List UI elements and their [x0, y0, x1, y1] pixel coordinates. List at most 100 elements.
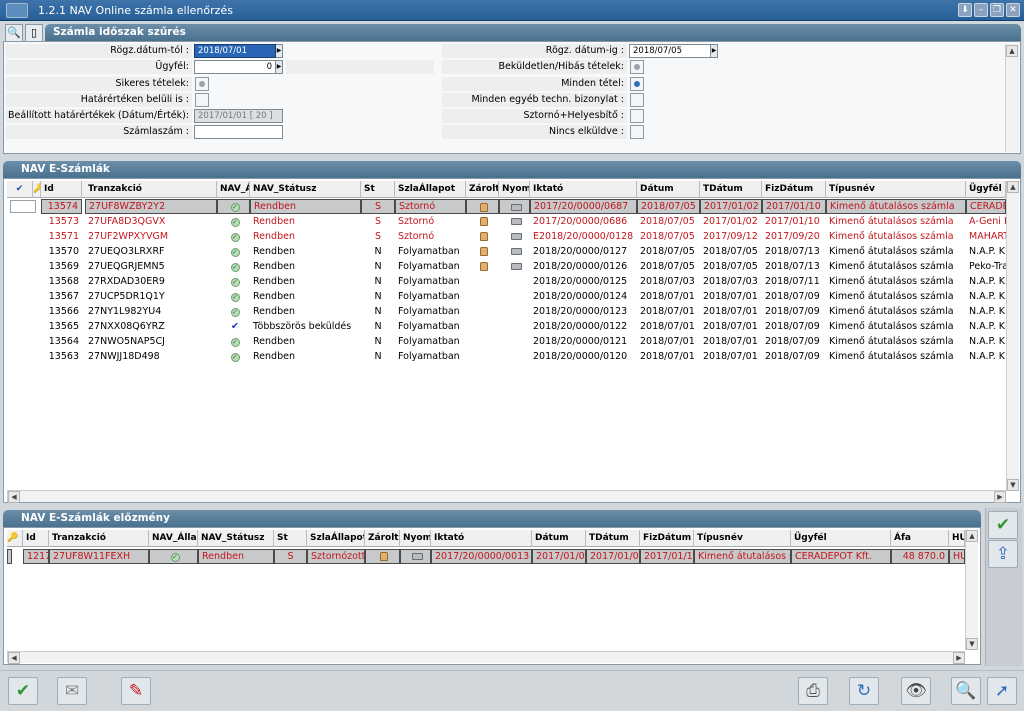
grid1-col-13[interactable]: Ügyfél [966, 181, 1006, 198]
grid2-col-4[interactable]: St [274, 530, 307, 547]
not-sent-checkbox[interactable] [630, 125, 644, 139]
exit-arrow-button[interactable]: ➚ [987, 677, 1017, 705]
table-row[interactable]: 13573 27UFA8D3QGVX ✓ Rendben S Sztornó 2017/20… [7, 214, 1006, 229]
fiz-cell: 2017/01/10 [640, 549, 694, 564]
restore-icon[interactable]: ❐ [990, 3, 1004, 17]
grid2-header: NAV E-Számlák előzmény [3, 510, 981, 527]
table-row[interactable]: 13565 27NXX08Q6YRZ ✔ Többszörös beküldés N Fo… [7, 319, 1006, 334]
grid2-hscroll[interactable]: ◀ ▶ [7, 651, 965, 664]
datum-cell: 2018/07/05 [640, 231, 695, 242]
grid2-col-9[interactable]: Dátum [532, 530, 586, 547]
grid2-col-14[interactable]: Áfa [891, 530, 949, 547]
tdatum-cell: 2017/01/02 [586, 549, 640, 564]
grid1-col-7[interactable]: Nyomt [499, 181, 530, 198]
grid1-col-5[interactable]: SzlaÁllapot [395, 181, 466, 198]
all-items-radio[interactable] [630, 77, 644, 91]
unsent-radio[interactable] [630, 60, 644, 74]
date-to-arrow[interactable]: ▶ [711, 44, 718, 58]
grid1-col-0[interactable]: Id [41, 181, 82, 198]
grid2-col-12[interactable]: Típusnév [694, 530, 791, 547]
storno-checkbox[interactable] [630, 109, 644, 123]
date-from-arrow[interactable]: ▶ [276, 44, 283, 58]
search-button[interactable]: 🔍 [951, 677, 981, 705]
table-row[interactable]: 13574 27UF8WZBY2Y2 ✓ Rendben S Sztornó 2017/20… [7, 199, 1006, 214]
iktato-cell: 2018/20/0000/0125 [533, 276, 628, 287]
grid2-col-5[interactable]: SzlaÁllapot [307, 530, 365, 547]
grid1-col-11[interactable]: FizDátum [762, 181, 826, 198]
table-row[interactable]: 13566 27NY1L982YU4 ✓ Rendben N Folyamatban 201… [7, 304, 1006, 319]
table-row[interactable]: 13563 27NWJJ18D498 ✓ Rendben N Folyamatban 201… [7, 349, 1006, 364]
grid2-scroll-right-icon[interactable]: ▶ [953, 652, 965, 664]
scroll-up-icon[interactable]: ▲ [1006, 45, 1018, 57]
invoice-number-input[interactable] [194, 125, 283, 139]
grid1-col-2[interactable]: NAV_Á [217, 181, 250, 198]
table-row[interactable]: 13571 27UF2WPXYVGM ✓ Rendben S Sztornó E2018/2… [7, 229, 1006, 244]
grid1-col-4[interactable]: St [361, 181, 395, 198]
tr-cell: 27UEQO3LRXRF [88, 246, 165, 257]
grid1-col-12[interactable]: Típusnév [826, 181, 966, 198]
filter-scrollbar[interactable]: ▲ [1005, 44, 1019, 152]
grid2-col-11[interactable]: FizDátum [640, 530, 694, 547]
search-icon[interactable]: 🔍 [5, 24, 23, 42]
print-send-button[interactable]: ⎙ [798, 677, 828, 705]
fiz-cell: 2018/07/09 [765, 321, 820, 332]
customer-input[interactable]: 0 [194, 60, 276, 74]
preview-eye-button[interactable]: 👁 [901, 677, 931, 705]
grid2-col-0[interactable]: Id [23, 530, 49, 547]
grid2-scroll-up-icon[interactable]: ▲ [966, 530, 978, 542]
row-selector-cell[interactable] [10, 200, 36, 213]
table-row[interactable]: 13568 27RXDAD30ER9 ✓ Rendben N Folyamatban 201… [7, 274, 1006, 289]
grid1-select-all-icon[interactable]: ✔ [7, 181, 33, 198]
grid2-col-7[interactable]: Nyomt [400, 530, 431, 547]
table-row[interactable]: 13570 27UEQO3LRXRF ✓ Rendben N Folyamatban 201… [7, 244, 1006, 259]
print-cell [400, 549, 431, 564]
grid1-col-8[interactable]: Iktató [530, 181, 637, 198]
grid2-col-13[interactable]: Ügyfél [791, 530, 891, 547]
minimize-icon[interactable]: – [974, 3, 988, 17]
within-limit-checkbox[interactable] [195, 93, 209, 107]
close-icon[interactable]: ✕ [1006, 3, 1020, 17]
lock-icon [480, 247, 488, 256]
grid1-scroll-right-icon[interactable]: ▶ [994, 491, 1006, 503]
upload-button[interactable]: ⇪ [988, 540, 1018, 568]
grid1-scroll-left-icon[interactable]: ◀ [8, 491, 20, 503]
grid1-scroll-up-icon[interactable]: ▲ [1007, 181, 1019, 193]
grid2-col-3[interactable]: NAV_Státusz [198, 530, 274, 547]
other-docs-checkbox[interactable] [630, 93, 644, 107]
ok-check-button[interactable]: ✔ [8, 677, 38, 705]
grid2-col-8[interactable]: Iktató [431, 530, 532, 547]
grid1-hscroll[interactable]: ◀ ▶ [7, 490, 1006, 503]
date-from-input[interactable]: 2018/07/01 [194, 44, 276, 58]
nav-state-cell: ✓ [217, 199, 250, 214]
grid1-scroll-down-icon[interactable]: ▼ [1007, 479, 1019, 491]
customer-arrow[interactable]: ▶ [276, 60, 283, 74]
grid2-col-10[interactable]: TDátum [586, 530, 640, 547]
grid2-scroll-left-icon[interactable]: ◀ [8, 652, 20, 664]
table-row[interactable]: 13564 27NWO5NAP5CJ ✓ Rendben N Folyamatban 201… [7, 334, 1006, 349]
grid2-vscroll[interactable]: ▲ ▼ [965, 530, 978, 650]
grid1-col-9[interactable]: Dátum [637, 181, 700, 198]
document-icon[interactable]: ▯ [25, 24, 43, 42]
email-button[interactable]: ✉ [57, 677, 87, 705]
download-icon[interactable]: ⬇ [958, 3, 972, 17]
ugyfel-cell: N.A.P. K [969, 276, 1005, 287]
grid1-col-3[interactable]: NAV_Státusz [250, 181, 361, 198]
date-to-input[interactable]: 2018/07/05 [629, 44, 711, 58]
grid1-col-6[interactable]: Zárolt [466, 181, 499, 198]
grid2-col-15[interactable]: HUF [949, 530, 965, 547]
table-row[interactable]: 13567 27UCP5DR1Q1Y ✓ Rendben N Folyamatban 201… [7, 289, 1006, 304]
confirm-check-button[interactable]: ✔ [988, 511, 1018, 539]
edit-report-button[interactable]: ✎ [121, 677, 151, 705]
grid2-scroll-down-icon[interactable]: ▼ [966, 638, 978, 650]
grid1-col-1[interactable]: Tranzakció [85, 181, 217, 198]
grid2-col-1[interactable]: Tranzakció [49, 530, 149, 547]
table-row[interactable]: 13569 27UEQGRJEMN5 ✓ Rendben N Folyamatban 201… [7, 259, 1006, 274]
tdatum-cell: 2018/07/01 [703, 321, 758, 332]
grid1-col-10[interactable]: TDátum [700, 181, 762, 198]
success-radio[interactable] [195, 77, 209, 91]
history-row[interactable]: 1217427UF8W11FEXH ✓ RendbenSSztornózott 201… [7, 549, 965, 564]
grid2-col-2[interactable]: NAV_Állap [149, 530, 198, 547]
grid2-col-6[interactable]: Zárolt [365, 530, 400, 547]
grid1-vscroll[interactable]: ▲ ▼ [1006, 181, 1019, 491]
refresh-button[interactable]: ↻ [849, 677, 879, 705]
